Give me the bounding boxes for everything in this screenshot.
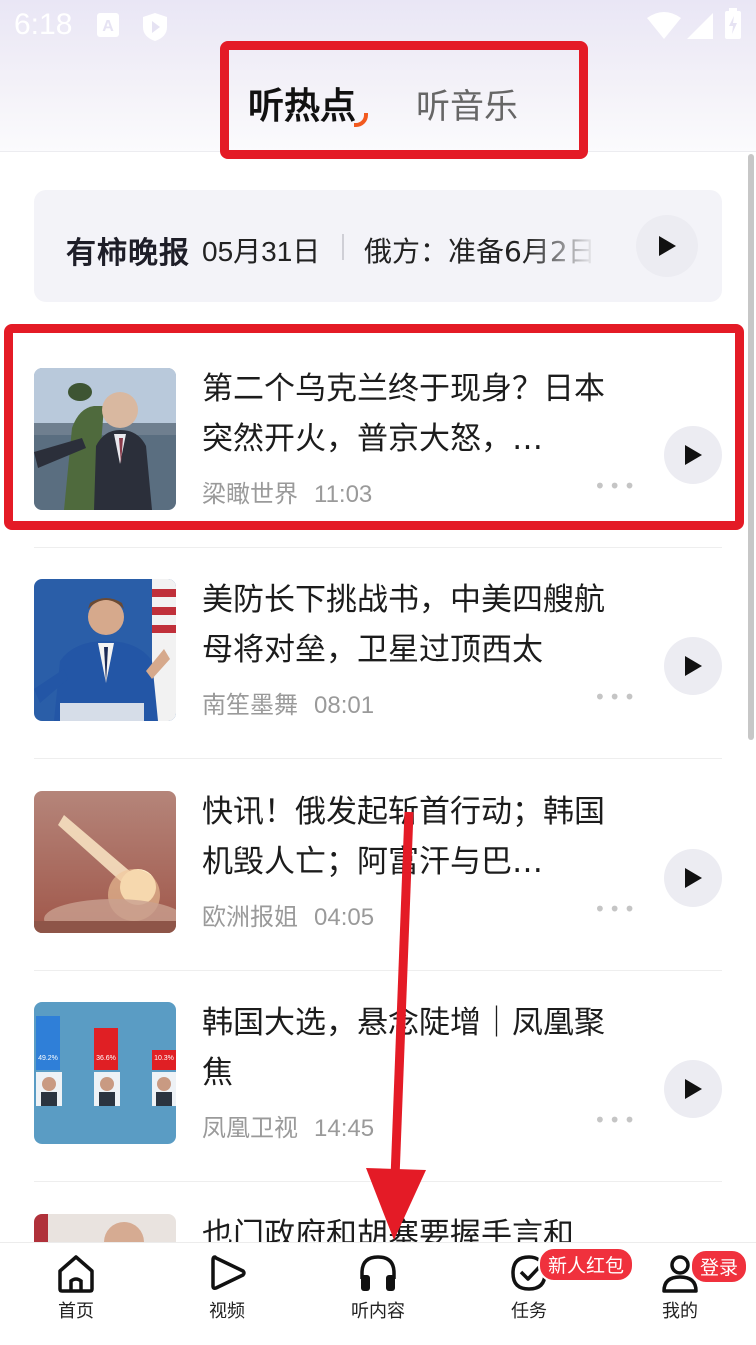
news-thumbnail bbox=[34, 791, 176, 933]
nav-video[interactable]: 视频 bbox=[177, 1251, 277, 1323]
status-time: 6:18 bbox=[14, 8, 73, 41]
divider bbox=[342, 234, 344, 260]
news-play-button[interactable] bbox=[664, 1060, 722, 1118]
bar-label: 49.2% bbox=[38, 1055, 58, 1062]
nav-home-label: 首页 bbox=[58, 1301, 94, 1322]
list-item[interactable]: 49.2% 36.6% 10.3% 韩国大选，悬念陡增｜凤凰聚焦 凤凰卫视 14:… bbox=[34, 980, 722, 1192]
news-play-button[interactable] bbox=[664, 637, 722, 695]
play-icon bbox=[685, 656, 702, 676]
wifi-icon bbox=[646, 12, 682, 47]
news-time: 14:45 bbox=[314, 1115, 375, 1142]
daily-play-button[interactable] bbox=[636, 215, 698, 277]
headphones-icon bbox=[360, 1255, 396, 1291]
signal-icon bbox=[686, 12, 714, 47]
news-meta: 南笙墨舞 08:01 bbox=[202, 685, 374, 720]
annotation-box-item bbox=[4, 324, 744, 530]
play-icon bbox=[685, 868, 702, 888]
svg-text:A: A bbox=[102, 18, 114, 35]
news-play-button[interactable] bbox=[664, 849, 722, 907]
annotation-box-tabs bbox=[220, 41, 588, 159]
news-thumbnail bbox=[34, 1214, 176, 1242]
login-badge[interactable]: 登录 bbox=[690, 1249, 749, 1284]
list-item[interactable]: 美防长下挑战书，中美四艘航母将对垒，卫星过顶西太 南笙墨舞 08:01 ••• bbox=[34, 557, 722, 769]
news-thumbnail: 49.2% 36.6% 10.3% bbox=[34, 1002, 176, 1144]
news-title: 韩国大选，悬念陡增｜凤凰聚焦 bbox=[202, 1005, 605, 1091]
video-play-icon bbox=[211, 1255, 246, 1290]
nav-listen-label: 听内容 bbox=[351, 1301, 405, 1322]
news-thumbnail bbox=[34, 579, 176, 721]
daily-briefing-card[interactable]: 有柿晚报 05月31日 俄方：准备6月2日 bbox=[34, 190, 722, 302]
nav-listen[interactable]: 听内容 bbox=[328, 1251, 428, 1323]
news-source: 欧洲报姐 bbox=[202, 903, 298, 931]
home-icon bbox=[58, 1255, 94, 1293]
news-time: 08:01 bbox=[314, 692, 375, 719]
news-source: 凤凰卫视 bbox=[202, 1114, 298, 1142]
divider bbox=[34, 970, 722, 971]
play-icon bbox=[659, 236, 676, 256]
more-icon[interactable]: ••• bbox=[594, 685, 638, 709]
daily-brand: 有柿晚报 bbox=[66, 236, 190, 271]
new-user-badge[interactable]: 新人红包 bbox=[538, 1247, 635, 1282]
news-meta: 欧洲报姐 04:05 bbox=[202, 897, 374, 932]
bar-label: 10.3% bbox=[154, 1055, 174, 1062]
bar-label: 36.6% bbox=[96, 1055, 116, 1062]
news-meta: 凤凰卫视 14:45 bbox=[202, 1108, 374, 1143]
divider bbox=[34, 1181, 722, 1182]
nav-tasks-label: 任务 bbox=[511, 1301, 547, 1322]
daily-headline: 俄方：准备6月2日 bbox=[364, 235, 596, 266]
divider bbox=[34, 547, 722, 548]
play-icon bbox=[685, 1079, 702, 1099]
nav-me-label: 我的 bbox=[662, 1301, 698, 1322]
news-source: 南笙墨舞 bbox=[202, 691, 298, 719]
news-time: 04:05 bbox=[314, 904, 375, 931]
news-title: 快讯！俄发起斩首行动；韩国机毁人亡；阿富汗与巴… bbox=[202, 794, 605, 880]
nav-video-label: 视频 bbox=[209, 1301, 245, 1322]
news-title: 美防长下挑战书，中美四艘航母将对垒，卫星过顶西太 bbox=[202, 582, 605, 668]
more-icon[interactable]: ••• bbox=[594, 897, 638, 921]
divider bbox=[34, 758, 722, 759]
battery-icon bbox=[724, 8, 742, 47]
list-item[interactable]: 快讯！俄发起斩首行动；韩国机毁人亡；阿富汗与巴… 欧洲报姐 04:05 ••• bbox=[34, 769, 722, 981]
shield-play-icon bbox=[142, 12, 168, 49]
nav-home[interactable]: 首页 bbox=[26, 1251, 126, 1323]
bottom-nav: 首页 视频 听内容 任务 我的 新人红包 登录 bbox=[0, 1242, 756, 1345]
notification-a-icon: A bbox=[96, 12, 120, 45]
daily-date: 05月31日 bbox=[202, 236, 321, 267]
scrollbar[interactable] bbox=[748, 154, 754, 740]
news-title: 也门政府和胡塞要握手言和 bbox=[202, 1217, 574, 1242]
more-icon[interactable]: ••• bbox=[594, 1108, 638, 1132]
list-item[interactable]: 也门政府和胡塞要握手言和 bbox=[34, 1192, 722, 1242]
